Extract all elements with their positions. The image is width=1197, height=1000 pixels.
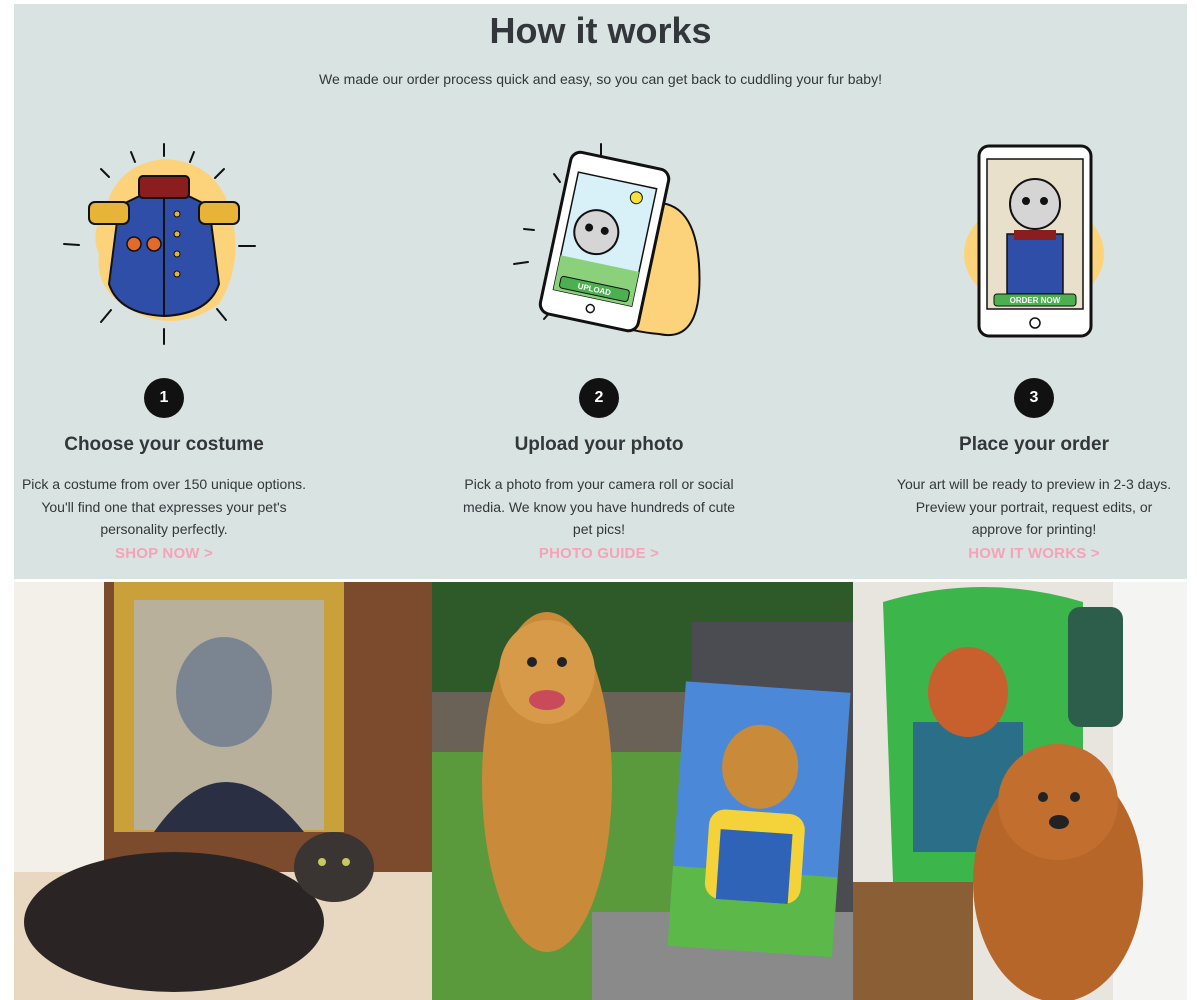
- step-3: ORDER NOW 3 Place your order Your art wi…: [889, 134, 1179, 563]
- golden-retriever-canvas-photo: [432, 582, 853, 1000]
- how-it-works-link[interactable]: HOW IT WORKS >: [968, 545, 1100, 562]
- section-title: How it works: [489, 10, 712, 51]
- phone-order-icon: ORDER NOW: [929, 134, 1139, 349]
- step-1: 1 Choose your costume Pick a costume fro…: [19, 134, 309, 563]
- step-2: UPLOAD 2 Upload your photo Pick a photo …: [454, 134, 744, 563]
- svg-text:ORDER NOW: ORDER NOW: [1010, 296, 1061, 305]
- step-description: Your art will be ready to preview in 2-3…: [896, 476, 1172, 537]
- how-it-works-section: How it works We made our order process q…: [14, 4, 1187, 579]
- step-title: Place your order: [959, 434, 1109, 455]
- step-number-badge: 1: [144, 378, 184, 418]
- step-number-badge: 2: [579, 378, 619, 418]
- cat-portrait-photo: [14, 582, 432, 1000]
- step-title: Choose your costume: [64, 434, 264, 455]
- step-title: Upload your photo: [514, 434, 684, 455]
- step-description: Pick a costume from over 150 unique opti…: [21, 476, 307, 537]
- costume-jacket-icon: [59, 134, 269, 349]
- section-subtitle: We made our order process quick and easy…: [319, 71, 882, 87]
- step-description: Pick a photo from your camera roll or so…: [462, 476, 736, 537]
- doodle-sweater-photo: [853, 582, 1187, 1000]
- step-number-badge: 3: [1014, 378, 1054, 418]
- phone-upload-icon: UPLOAD: [494, 134, 704, 349]
- shop-now-link[interactable]: SHOP NOW >: [115, 545, 213, 562]
- customer-photo-gallery: [14, 582, 1187, 1000]
- photo-guide-link[interactable]: PHOTO GUIDE >: [539, 545, 659, 562]
